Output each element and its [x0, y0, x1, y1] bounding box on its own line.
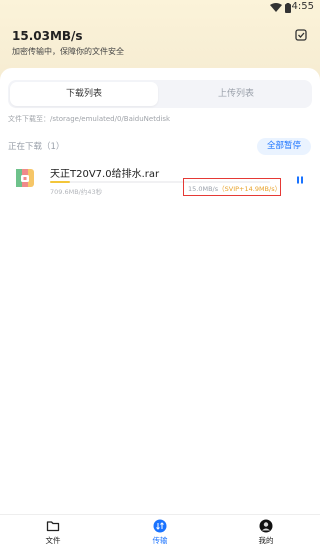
multi-select-icon[interactable]	[295, 29, 307, 41]
avatar-icon	[259, 519, 273, 533]
pause-all-button[interactable]: 全部暂停	[257, 138, 311, 155]
nav-label-files: 文件	[45, 536, 61, 545]
bottom-navigation: 文件 传输 我的	[0, 514, 320, 550]
pause-icon[interactable]	[295, 175, 305, 185]
tab-download-list[interactable]: 下载列表	[10, 82, 158, 106]
svip-speed: （SVIP+14.9MB/s）	[218, 185, 282, 193]
nav-item-mine[interactable]: 我的	[236, 519, 296, 546]
download-path: 文件下载至：/storage/emulated/0/BaiduNetdisk	[8, 115, 171, 123]
download-item[interactable]: 天正T20V7.0给排水.rar 709.6MB/约43秒 15.0MB/s（S…	[0, 162, 320, 202]
downloading-section-title: 正在下载（1）	[8, 142, 65, 152]
battery-icon	[285, 3, 291, 13]
total-speed: 15.03MB/s	[12, 29, 83, 43]
rar-file-icon	[16, 169, 34, 187]
wifi-icon	[270, 3, 282, 12]
file-size-eta: 709.6MB/约43秒	[50, 188, 103, 196]
file-name: 天正T20V7.0给排水.rar	[50, 169, 160, 180]
transfer-panel: 下载列表 上传列表 文件下载至：/storage/emulated/0/Baid…	[0, 68, 320, 514]
download-progress-fill	[50, 181, 70, 183]
nav-item-transfer[interactable]: 传输	[130, 519, 190, 546]
status-bar: 4:55	[0, 0, 320, 16]
nav-item-files[interactable]: 文件	[23, 519, 83, 546]
speed-highlight-box: 15.0MB/s（SVIP+14.9MB/s）	[183, 178, 281, 196]
tab-upload-list[interactable]: 上传列表	[162, 82, 310, 106]
status-time: 4:55	[291, 1, 314, 12]
transfer-icon	[153, 519, 167, 533]
security-subtitle: 加密传输中，保障你的文件安全	[12, 47, 124, 56]
base-speed: 15.0MB/s	[188, 185, 219, 193]
nav-label-transfer: 传输	[152, 536, 168, 545]
nav-label-mine: 我的	[258, 536, 274, 545]
folder-icon	[46, 521, 60, 532]
download-speed: 15.0MB/s（SVIP+14.9MB/s）	[188, 183, 281, 193]
transfer-tabs: 下载列表 上传列表	[8, 80, 312, 108]
